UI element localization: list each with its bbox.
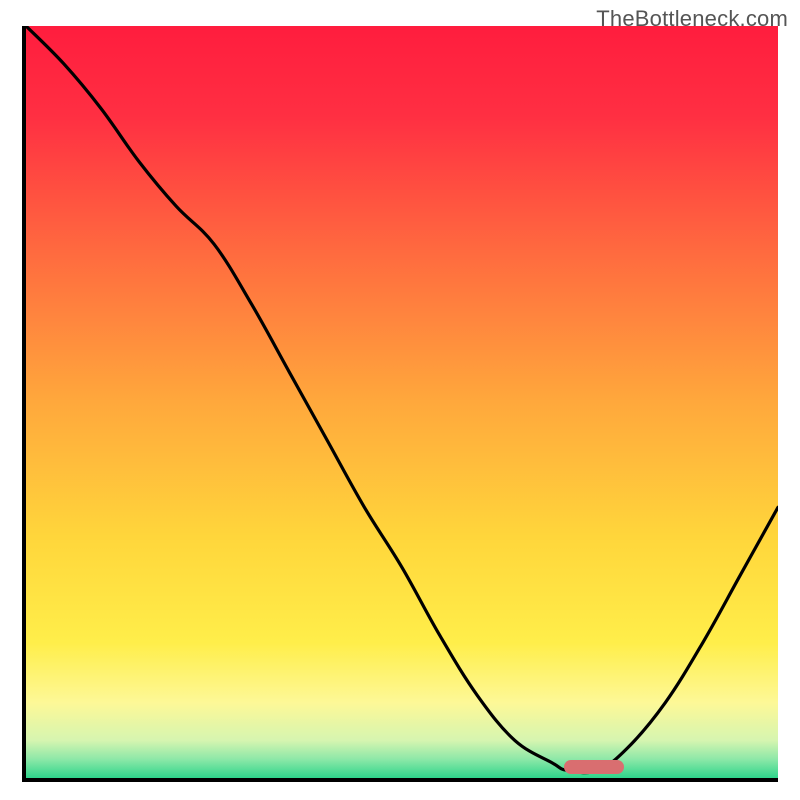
watermark-text: TheBottleneck.com (596, 6, 788, 32)
optimal-marker (564, 760, 624, 774)
plot-area (22, 26, 778, 782)
plot-svg (26, 26, 778, 778)
gradient-background (26, 26, 778, 778)
chart-stage: TheBottleneck.com (0, 0, 800, 800)
